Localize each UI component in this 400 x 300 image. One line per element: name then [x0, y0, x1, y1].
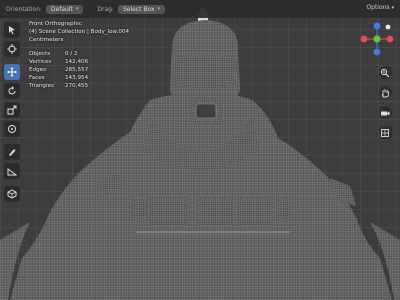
- tool-shelf: [4, 22, 20, 205]
- scale-icon[interactable]: [4, 102, 20, 118]
- annotate-icon[interactable]: [4, 144, 20, 160]
- stat-label: Edges: [29, 67, 46, 74]
- drag-label: Drag:: [97, 5, 114, 13]
- drag-value: Select Box: [122, 5, 155, 13]
- stat-label: Objects: [29, 50, 51, 57]
- units-label: Centimeters: [29, 37, 64, 44]
- camera-icon[interactable]: [378, 106, 392, 119]
- measure-icon[interactable]: [4, 163, 20, 179]
- gizmo-pos-z[interactable]: [373, 22, 381, 30]
- stat-value: 143,954: [65, 75, 89, 82]
- stat-row: Faces 143,954: [29, 74, 88, 82]
- rotate-icon[interactable]: [4, 83, 20, 99]
- move-icon[interactable]: [4, 64, 20, 80]
- stat-row: Objects 0 / 2: [29, 50, 88, 58]
- stat-label: Faces: [29, 75, 45, 82]
- gizmo-neg-x[interactable]: [360, 35, 368, 43]
- stat-row: Edges 285,557: [29, 66, 88, 74]
- stat-label: Vertices: [29, 58, 52, 65]
- navigation-gizmo[interactable]: [358, 17, 396, 61]
- viewport-header: Orientation: Default ▾ Drag: Select Box …: [0, 0, 400, 18]
- add-cube-icon[interactable]: [4, 186, 20, 202]
- 3d-viewport[interactable]: Orientation: Default ▾ Drag: Select Box …: [0, 0, 400, 300]
- cursor-icon[interactable]: [4, 41, 20, 57]
- stat-value: 0 / 2: [65, 50, 78, 57]
- view-name: Front Orthographic: [29, 21, 82, 27]
- select-cursor-icon[interactable]: [4, 22, 20, 38]
- stat-label: Triangles: [29, 83, 54, 90]
- collection-line: (4) Scene Collection | Body_low.004: [29, 29, 130, 36]
- viewport-info-overlay: Front Orthographic (4) Scene Collection …: [29, 20, 129, 91]
- options-dropdown[interactable]: Options ▾: [366, 4, 394, 11]
- chevron-down-icon: ▾: [391, 5, 394, 11]
- stat-value: 270,455: [65, 83, 89, 90]
- stat-value: 142,406: [65, 58, 89, 65]
- stat-value: 285,557: [65, 67, 89, 74]
- statistics-table: Objects 0 / 2 Vertices 142,406 Edges 285,55…: [29, 50, 88, 91]
- gizmo-center[interactable]: [385, 24, 391, 30]
- stat-row: Vertices 142,406: [29, 58, 88, 66]
- chevron-down-icon: ▾: [75, 6, 79, 12]
- gizmo-neg-z[interactable]: [373, 48, 381, 56]
- grid-icon[interactable]: [378, 126, 392, 139]
- orientation-dropdown[interactable]: Default ▾: [45, 4, 84, 14]
- stat-row: Triangles 270,455: [29, 82, 88, 90]
- gizmo-pos-y[interactable]: [373, 35, 381, 43]
- drag-dropdown[interactable]: Select Box ▾: [117, 4, 166, 14]
- options-label: Options: [366, 4, 390, 11]
- orientation-value: Default: [50, 5, 73, 13]
- navigation-tools: [376, 66, 394, 146]
- pan-hand-icon[interactable]: [378, 86, 392, 99]
- chevron-down-icon: ▾: [157, 6, 161, 12]
- transform-icon[interactable]: [4, 121, 20, 137]
- gizmo-pos-x[interactable]: [386, 35, 394, 43]
- zoom-icon[interactable]: [378, 66, 392, 79]
- orientation-label: Orientation:: [6, 5, 42, 13]
